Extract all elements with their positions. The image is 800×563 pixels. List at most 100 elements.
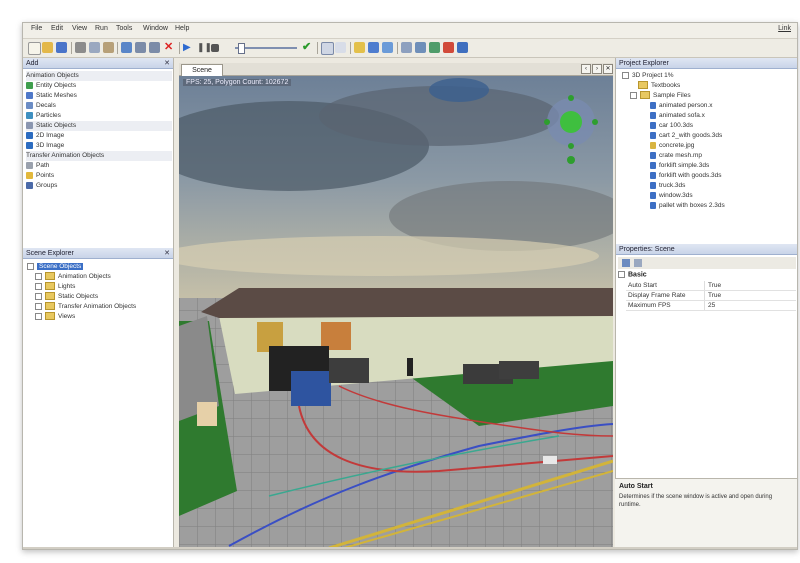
tab-scroll-right-icon[interactable]: › [592, 64, 602, 74]
add-item-transfer-animation-objects[interactable]: Transfer Animation Objects [26, 151, 172, 161]
copy-icon[interactable] [89, 42, 100, 53]
project-file[interactable]: car 100.3ds [650, 121, 693, 130]
project-file[interactable]: forklift simple.3ds [650, 161, 709, 170]
project-file[interactable]: window.3ds [650, 191, 693, 200]
project-file[interactable]: truck.3ds [650, 181, 685, 190]
menu-help[interactable]: Help [175, 25, 189, 32]
pause-icon[interactable]: ❚❚ [197, 42, 212, 53]
rotate-tool-icon[interactable] [354, 42, 365, 53]
menu-edit[interactable]: Edit [51, 25, 63, 32]
menu-file[interactable]: File [31, 25, 42, 32]
property-row[interactable]: Display Frame Rate True [626, 291, 796, 301]
add-item-3d-image[interactable]: 3D Image [26, 141, 172, 151]
expand-icon[interactable] [35, 302, 42, 310]
stop-icon[interactable] [211, 44, 219, 52]
expand-icon[interactable] [35, 292, 42, 300]
paste-icon[interactable] [103, 42, 114, 53]
tree-item-transfer-animation-objects[interactable]: Transfer Animation Objects [35, 302, 136, 311]
delete-icon[interactable]: ✕ [164, 42, 175, 53]
property-value[interactable]: True [704, 291, 721, 300]
tree-item-lights[interactable]: Lights [35, 282, 75, 291]
file-icon [650, 111, 656, 119]
project-root[interactable]: 3D Project 1% [622, 71, 674, 80]
add-item-label: 2D Image [36, 132, 65, 139]
project-file[interactable]: animated sofa.x [650, 111, 705, 120]
project-file[interactable]: crate mesh.mp [650, 151, 702, 160]
save-icon[interactable] [56, 42, 67, 53]
project-file[interactable]: forklift with goods.3ds [650, 171, 722, 180]
tree-item-animation-objects[interactable]: Animation Objects [35, 272, 111, 281]
add-item-static-objects[interactable]: Static Objects [26, 121, 172, 131]
project-folder-label: Textbooks [651, 82, 681, 89]
refresh-icon[interactable] [121, 42, 132, 53]
collapse-icon[interactable] [630, 91, 637, 99]
expand-icon[interactable] [35, 282, 42, 290]
add-item-decals[interactable]: Decals [26, 101, 172, 111]
open-folder-icon[interactable] [42, 42, 53, 53]
undo-icon[interactable] [135, 42, 146, 53]
close-icon[interactable]: ✕ [603, 64, 613, 74]
grid-icon[interactable] [382, 42, 393, 53]
tab-scene[interactable]: Scene [181, 64, 223, 76]
cut-icon[interactable] [75, 42, 86, 53]
alphabetical-icon[interactable] [634, 259, 642, 267]
top-right-link[interactable]: Link [778, 25, 791, 32]
collapse-icon[interactable] [27, 262, 34, 270]
scale-tool-icon[interactable] [368, 42, 379, 53]
light-icon[interactable] [457, 42, 468, 53]
close-icon[interactable]: ✕ [164, 248, 170, 259]
menu-view[interactable]: View [72, 25, 87, 32]
home-icon[interactable] [443, 42, 454, 53]
tab-scroll-left-icon[interactable]: ‹ [581, 64, 591, 74]
expand-icon[interactable] [35, 312, 42, 320]
add-item-particles[interactable]: Particles [26, 111, 172, 121]
gizmo-dot [544, 119, 550, 125]
move-tool-icon[interactable] [335, 42, 346, 53]
project-file[interactable]: cart 2_with goods.3ds [650, 131, 722, 140]
file-icon [650, 121, 656, 129]
property-row[interactable]: Maximum FPS 25 [626, 301, 796, 311]
add-item-points[interactable]: Points [26, 171, 172, 181]
project-file[interactable]: concrete.jpg [650, 141, 694, 150]
new-file-icon[interactable] [28, 42, 41, 55]
menu-run[interactable]: Run [95, 25, 108, 32]
project-file[interactable]: pallet with boxes 2.3ds [650, 201, 725, 210]
property-value[interactable]: True [704, 281, 721, 290]
menu-window[interactable]: Window [143, 25, 168, 32]
add-item-groups[interactable]: Groups [26, 181, 172, 191]
tree-item-scene-objects[interactable]: Scene Objects [27, 262, 84, 271]
image-file-icon [650, 141, 656, 149]
collapse-icon[interactable] [618, 271, 625, 278]
project-file[interactable]: animated person.x [650, 101, 712, 110]
tab-scene-label: Scene [192, 67, 212, 74]
tree-item-static-objects[interactable]: Static Objects [35, 292, 98, 301]
expand-icon[interactable] [35, 272, 42, 280]
project-folder-textbooks[interactable]: Textbooks [638, 81, 680, 90]
file-icon [650, 131, 656, 139]
select-tool-icon[interactable] [321, 42, 334, 55]
categorized-icon[interactable] [622, 259, 630, 267]
checkmark-icon[interactable]: ✔ [302, 42, 313, 53]
toolbar: ✕ ▶ ❚❚ ✔ [23, 39, 797, 58]
add-item-path[interactable]: Path [26, 161, 172, 171]
tree-item-label: Static Objects [58, 293, 99, 300]
speed-slider-handle[interactable] [238, 43, 245, 54]
property-row[interactable]: Auto Start True [626, 281, 796, 291]
scene-viewport[interactable]: FPS: 25, Polygon Count: 102672 [179, 76, 613, 548]
tree-item-views[interactable]: Views [35, 312, 75, 321]
project-folder-sample-files[interactable]: Sample Files [630, 91, 691, 100]
collapse-icon[interactable] [622, 71, 629, 79]
property-value[interactable]: 25 [704, 301, 715, 310]
redo-icon[interactable] [149, 42, 160, 53]
close-icon[interactable]: ✕ [164, 58, 170, 69]
camera-icon[interactable] [401, 42, 412, 53]
chart-icon[interactable] [415, 42, 426, 53]
add-item-entity-objects[interactable]: Entity Objects [26, 81, 172, 91]
add-item-animation-objects[interactable]: Animation Objects [26, 71, 172, 81]
add-item-2d-image[interactable]: 2D Image [26, 131, 172, 141]
menu-tools[interactable]: Tools [116, 25, 132, 32]
play-icon[interactable]: ▶ [183, 42, 194, 53]
add-item-static-meshes[interactable]: Static Meshes [26, 91, 172, 101]
properties-section-basic[interactable]: Basic [618, 271, 647, 278]
path-icon[interactable] [429, 42, 440, 53]
